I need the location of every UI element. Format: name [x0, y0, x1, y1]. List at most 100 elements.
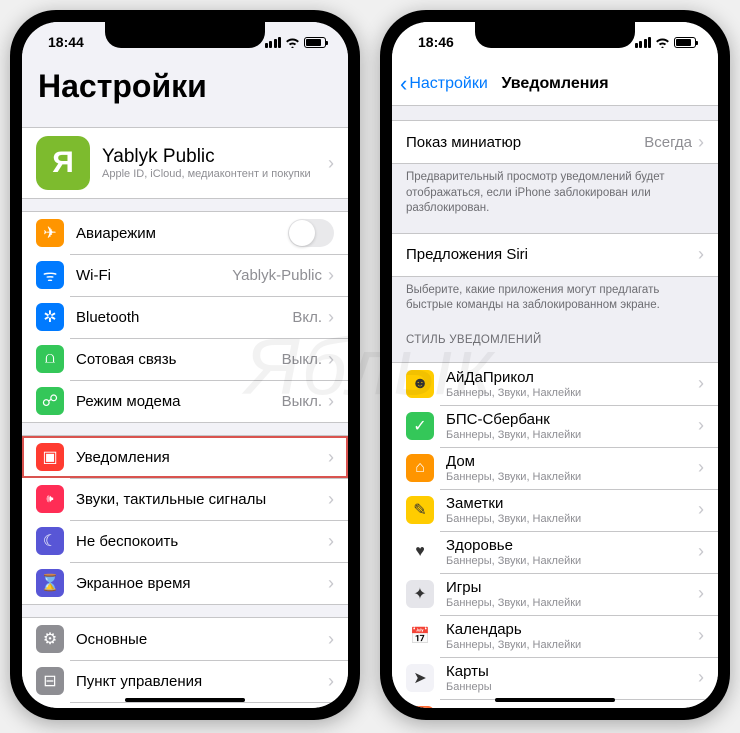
preview-row[interactable]: Показ миниатюр Всегда › [392, 121, 718, 163]
phone-left: 18:44 Настройки Я Yablyk Public Apple ID… [10, 10, 360, 720]
row-label: Режим модема [76, 393, 282, 410]
row-label: Сотовая связь [76, 351, 282, 368]
app-notification-row[interactable]: ☻ АйДаПриколБаннеры, Звуки, Наклейки› [392, 363, 718, 405]
status-time: 18:46 [418, 34, 454, 50]
app-icon: К [406, 706, 434, 708]
app-sub: Баннеры [446, 681, 698, 693]
chevron-right-icon: › [698, 625, 704, 646]
app-notification-row[interactable]: ✓БПС-СбербанкБаннеры, Звуки, Наклейки› [392, 405, 718, 447]
back-button[interactable]: ‹ Настройки [400, 73, 488, 95]
app-name: Заметки [446, 495, 698, 512]
app-sub: Баннеры, Звуки, Наклейки [446, 429, 698, 441]
app-name: Карты [446, 663, 698, 680]
row-label: Экранное время [76, 575, 328, 592]
app-notification-row[interactable]: 📅КалендарьБаннеры, Звуки, Наклейки› [392, 615, 718, 657]
chevron-right-icon: › [698, 132, 704, 153]
row-icon: ☍ [36, 387, 64, 415]
row-icon: ⌛ [36, 569, 64, 597]
app-name: БПС-Сбербанк [446, 411, 698, 428]
chevron-right-icon: › [698, 457, 704, 478]
back-label: Настройки [409, 75, 487, 93]
app-sub: Баннеры, Звуки, Наклейки [446, 555, 698, 567]
settings-row[interactable]: ▣Уведомления› [22, 436, 348, 478]
settings-row[interactable]: ⊟ Пункт управления› [22, 660, 348, 702]
chevron-right-icon: › [328, 573, 334, 594]
chevron-right-icon: › [698, 244, 704, 265]
app-icon: ✎ [406, 496, 434, 524]
home-indicator[interactable] [495, 698, 615, 702]
phone-right: 18:46 ‹ Настройки Уведомления Показ мини… [380, 10, 730, 720]
chevron-right-icon: › [328, 629, 334, 650]
settings-row[interactable]: ☍ Режим модемаВыкл. › [22, 380, 348, 422]
chevron-right-icon: › [328, 153, 334, 174]
wifi-icon [655, 37, 670, 48]
settings-row[interactable]: ᯤWi-FiYablyk-Public› [22, 254, 348, 296]
app-notification-row[interactable]: ✦ИгрыБаннеры, Звуки, Наклейки› [392, 573, 718, 615]
app-sub: Баннеры, Звуки, Наклейки [446, 471, 698, 483]
settings-row[interactable]: AAЭкран и яркость› [22, 702, 348, 708]
status-icons [265, 37, 327, 48]
app-notification-row[interactable]: ⌂ДомБаннеры, Звуки, Наклейки› [392, 447, 718, 489]
app-sub: Баннеры, Звуки, Наклейки [446, 387, 698, 399]
settings-row[interactable]: ⩍Сотовая связьВыкл.› [22, 338, 348, 380]
row-value: Yablyk-Public [232, 267, 322, 284]
nav-bar: ‹ Настройки Уведомления [392, 62, 718, 106]
row-value: Выкл. [282, 351, 322, 368]
row-label: Звуки, тактильные сигналы [76, 491, 328, 508]
app-name: АйДаПрикол [446, 369, 698, 386]
settings-row[interactable]: ✲BluetoothВкл.› [22, 296, 348, 338]
status-icons [635, 37, 697, 48]
app-icon: ➤ [406, 664, 434, 692]
notch [105, 22, 265, 48]
row-icon: ☾ [36, 527, 64, 555]
siri-label: Предложения Siri [406, 246, 698, 263]
app-sub: Баннеры, Звуки, Наклейки [446, 513, 698, 525]
settings-row[interactable]: ☾ Не беспокоить› [22, 520, 348, 562]
row-label: Уведомления [76, 449, 328, 466]
settings-row[interactable]: 🕪 Звуки, тактильные сигналы› [22, 478, 348, 520]
chevron-right-icon: › [698, 541, 704, 562]
row-icon: 🕪 [36, 485, 64, 513]
siri-row[interactable]: Предложения Siri › [392, 234, 718, 276]
app-name: Календарь [446, 621, 698, 638]
chevron-right-icon: › [328, 671, 334, 692]
row-icon: ✈ [36, 219, 64, 247]
row-label: Пункт управления [76, 673, 328, 690]
settings-row[interactable]: ⚙Основные› [22, 618, 348, 660]
notch [475, 22, 635, 48]
home-indicator[interactable] [125, 698, 245, 702]
app-icon: ✓ [406, 412, 434, 440]
apple-id-row[interactable]: Я Yablyk Public Apple ID, iCloud, медиак… [22, 128, 348, 198]
signal-icon [265, 37, 282, 48]
chevron-right-icon: › [698, 373, 704, 394]
wifi-icon [285, 37, 300, 48]
app-notification-row[interactable]: ✎ЗаметкиБаннеры, Звуки, Наклейки› [392, 489, 718, 531]
row-label: Не беспокоить [76, 533, 328, 550]
row-icon: ⚙ [36, 625, 64, 653]
chevron-right-icon: › [698, 667, 704, 688]
row-icon: ⊟ [36, 667, 64, 695]
chevron-right-icon: › [328, 489, 334, 510]
chevron-right-icon: › [328, 531, 334, 552]
preview-value: Всегда [644, 134, 692, 151]
app-notification-row[interactable]: ➤ КартыБаннеры› [392, 657, 718, 699]
app-icon: 📅 [406, 622, 434, 650]
row-icon: ⩍ [36, 345, 64, 373]
toggle-switch[interactable] [288, 219, 334, 247]
battery-icon [674, 37, 696, 48]
siri-footer: Выберите, какие приложения могут предлаг… [392, 277, 718, 318]
profile-avatar: Я [36, 136, 90, 190]
chevron-right-icon: › [328, 391, 334, 412]
settings-row[interactable]: ✈Авиарежим [22, 212, 348, 254]
preview-label: Показ миниатюр [406, 134, 644, 151]
app-icon: ☻ [406, 370, 434, 398]
screen-left: 18:44 Настройки Я Yablyk Public Apple ID… [22, 22, 348, 708]
row-label: Wi-Fi [76, 267, 232, 284]
app-name: Игры [446, 579, 698, 596]
nav-title: Уведомления [501, 75, 608, 93]
app-notification-row[interactable]: ♥ЗдоровьеБаннеры, Звуки, Наклейки› [392, 531, 718, 573]
chevron-right-icon: › [328, 447, 334, 468]
row-value: Выкл. [282, 393, 322, 410]
settings-row[interactable]: ⌛ Экранное время› [22, 562, 348, 604]
row-label: Bluetooth [76, 309, 292, 326]
